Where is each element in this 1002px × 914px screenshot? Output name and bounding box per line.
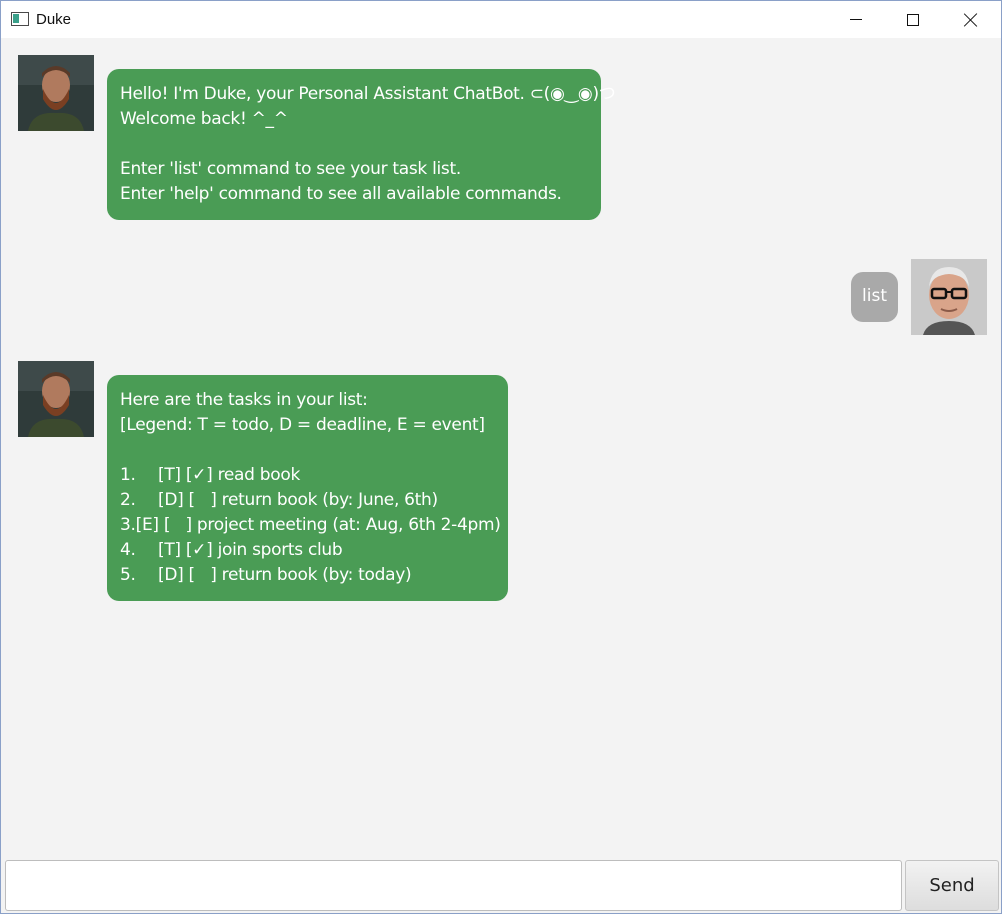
message-line: Hello! I'm Duke, your Personal Assistant… bbox=[120, 84, 616, 104]
bearded-man-avatar-icon bbox=[18, 55, 94, 131]
close-icon bbox=[964, 13, 978, 27]
task-item: 5. [D] [ ] return book (by: today) bbox=[120, 563, 495, 588]
input-bar: Send bbox=[1, 856, 1001, 913]
user-message-bubble: list bbox=[851, 272, 898, 322]
glasses-man-avatar-icon bbox=[911, 259, 987, 335]
task-number: 4. bbox=[120, 540, 136, 560]
task-number: 5. bbox=[120, 565, 136, 585]
task-item: 3. [E] [ ] project meeting (at: Aug, 6th … bbox=[120, 513, 501, 538]
app-icon bbox=[11, 12, 29, 26]
maximize-button[interactable] bbox=[884, 1, 942, 38]
bot-message-bubble: Hello! I'm Duke, your Personal Assistant… bbox=[107, 69, 616, 220]
task-number: 2. bbox=[120, 490, 136, 510]
title-bar: Duke bbox=[1, 1, 1001, 38]
maximize-icon bbox=[907, 13, 919, 26]
task-item: 1. [T] [✓] read book bbox=[120, 463, 495, 488]
user-message-text: list bbox=[862, 286, 887, 306]
message-line: Welcome back! ^_^ bbox=[120, 109, 288, 129]
task-text: [E] [ ] project meeting (at: Aug, 6th 2-… bbox=[135, 515, 501, 535]
message-input[interactable] bbox=[5, 860, 902, 911]
task-text: [T] [✓] join sports club bbox=[158, 540, 343, 560]
window-title: Duke bbox=[36, 11, 72, 28]
user-avatar bbox=[911, 259, 987, 335]
task-number: 1. bbox=[120, 465, 136, 485]
message-line: [Legend: T = todo, D = deadline, E = eve… bbox=[120, 415, 485, 435]
task-text: [D] [ ] return book (by: today) bbox=[158, 565, 412, 585]
bearded-man-avatar-icon bbox=[18, 361, 94, 437]
minimize-button[interactable] bbox=[827, 1, 885, 38]
send-button[interactable]: Send bbox=[905, 860, 999, 911]
task-item: 2. [D] [ ] return book (by: June, 6th) bbox=[120, 488, 495, 513]
message-line: Enter 'help' command to see all availabl… bbox=[120, 184, 562, 204]
close-button[interactable] bbox=[942, 1, 1000, 38]
message-line: Enter 'list' command to see your task li… bbox=[120, 159, 461, 179]
task-text: [T] [✓] read book bbox=[158, 465, 300, 485]
bot-avatar bbox=[18, 361, 94, 437]
bot-avatar bbox=[18, 55, 94, 131]
minimize-icon bbox=[850, 19, 862, 20]
bot-message-bubble: Here are the tasks in your list: [Legend:… bbox=[107, 375, 508, 601]
task-item: 4. [T] [✓] join sports club bbox=[120, 538, 495, 563]
chat-scroll-area[interactable]: Hello! I'm Duke, your Personal Assistant… bbox=[1, 38, 1001, 856]
task-number: 3. bbox=[120, 515, 136, 535]
message-line: Here are the tasks in your list: bbox=[120, 390, 368, 410]
task-text: [D] [ ] return book (by: June, 6th) bbox=[158, 490, 438, 510]
app-window: Duke Hello! I'm Duke, your Personal Assi… bbox=[0, 0, 1002, 914]
